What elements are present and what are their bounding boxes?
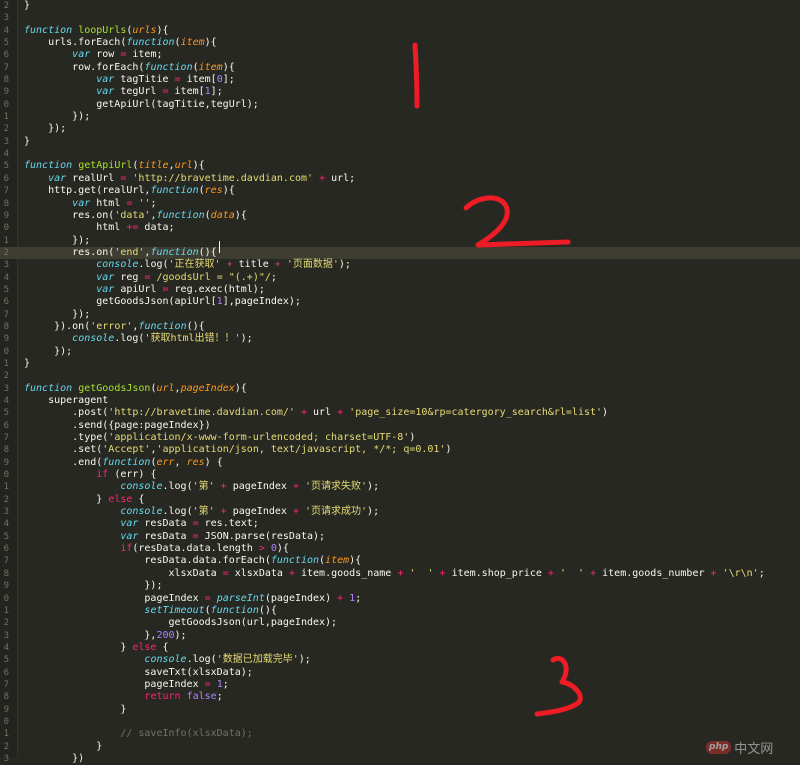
annotation-number-1: [415, 45, 417, 106]
annotation-number-2: [466, 198, 568, 245]
handwritten-annotations: [0, 0, 800, 757]
watermark: php 中文网: [706, 737, 773, 757]
watermark-logo: php: [706, 741, 731, 754]
watermark-text: 中文网: [734, 738, 773, 757]
annotation-number-3: [537, 658, 580, 714]
